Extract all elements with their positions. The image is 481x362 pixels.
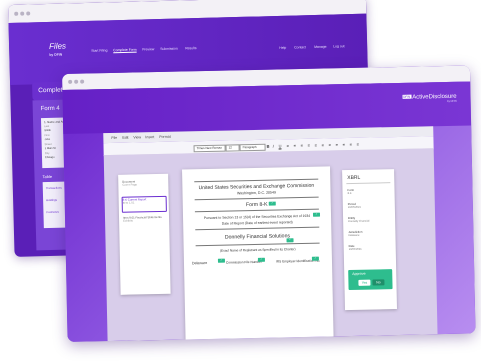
italic-icon[interactable]: I [272,143,273,148]
outline-item[interactable]: Item 9.01 Financial Statements Exhibits [123,215,165,224]
section-item[interactable]: Footnotes [46,210,59,214]
xbrl-tag[interactable]: ✓ [311,256,319,261]
underline-icon[interactable]: U [278,143,281,148]
xbrl-panel: XBRL Form 8-K Period 10/05/2021 Entity D… [342,169,397,311]
doc-company: Donnelly Financial Solutions [224,233,291,241]
list-icon[interactable]: ≡ [314,142,316,147]
xbrl-tag[interactable]: ✓ [312,212,321,217]
doc-state: Delaware [191,261,208,266]
field-value[interactable]: Donnelly Financial [348,220,369,223]
outline-panel: Document Cover Page 8-K Current Report I… [118,173,171,295]
align-left-icon[interactable]: ≡ [286,143,288,148]
window-dot-icon [74,79,79,84]
divider [194,208,319,212]
window-dot-icon [26,11,31,16]
menu-insert[interactable]: Insert [145,135,154,139]
logo-sub: by DFIN [447,99,457,103]
front-app-window: DFIN ActiveDisclosure by DFIN File Edit V… [62,65,476,342]
outline-item-sub: Cover Page [122,182,138,188]
form-row: Street [44,142,52,147]
table-icon[interactable]: ≡ [342,142,344,147]
xbrl-tag[interactable]: ✓ [268,201,276,206]
outline-item[interactable]: Document Cover Page [122,179,164,188]
nav-results[interactable]: Results [185,46,196,50]
menu-format[interactable]: Format [159,135,170,139]
nav-logout[interactable]: Log out [333,44,344,48]
indent-icon[interactable]: ≡ [328,142,330,147]
window-dot-icon [20,11,25,16]
xbrl-tag[interactable]: ✓ [286,238,294,243]
form-row[interactable]: John [44,138,50,141]
style-select[interactable]: Paragraph [239,143,266,151]
align-right-icon[interactable]: ≡ [300,142,302,147]
doc-commission: Commission File Number [225,259,262,265]
form-row: First [44,133,50,138]
outdent-icon[interactable]: ≡ [335,142,337,147]
divider [194,178,319,182]
link-icon[interactable]: ≡ [349,141,351,146]
no-button[interactable]: No [372,279,385,286]
align-center-icon[interactable]: ≡ [293,143,295,148]
approve-label: Approve [352,271,366,276]
field-value[interactable]: Delaware [348,234,359,237]
divider [346,182,391,184]
nav-start-filing[interactable]: Start Filing [91,48,107,52]
window-dot-icon [14,11,19,16]
form-row: City [44,151,50,156]
numbered-list-icon[interactable]: ≡ [321,142,323,147]
font-size-select[interactable]: 12 [225,143,240,152]
form-row[interactable]: Chicago [45,156,55,159]
yes-button[interactable]: Yes [358,279,371,286]
window-dot-icon [68,79,73,84]
form-row[interactable]: Smith [44,129,51,132]
nav-complete-form[interactable]: Complete Form [113,48,136,53]
image-icon[interactable]: ≡ [356,141,358,146]
window-dot-icon [80,79,85,84]
nav-help[interactable]: Help [279,46,286,50]
divider [195,242,320,246]
menu-edit[interactable]: Edit [122,136,128,140]
outline-item[interactable]: 8-K Current Report Item 1.01 [123,197,165,206]
nav-submission[interactable]: Submission [160,47,178,51]
font-select[interactable]: Times New Roman [193,144,226,152]
front-body: DFIN ActiveDisclosure by DFIN File Edit V… [62,81,476,342]
form-row[interactable]: 1 Main St [45,147,56,150]
brand-logo: Files [48,41,67,51]
brand-sub: by DFIN [49,52,63,57]
xbrl-tag[interactable]: ✓ [217,258,225,263]
divider [194,196,319,200]
field-value[interactable]: 10/05/2021 [349,248,362,251]
form-row: Last [44,124,50,129]
menu-file[interactable]: File [111,136,117,140]
xbrl-tag[interactable]: ✓ [257,257,265,262]
justify-icon[interactable]: ≡ [307,142,309,147]
doc-company-caption: (Exact Name of Registrant as Specified i… [219,247,296,253]
section-label: Table [42,173,53,180]
field-value[interactable]: 8-K [348,192,352,195]
menu-view[interactable]: View [133,135,141,139]
doc-line2: Date of Report (Date of earliest event r… [221,220,293,226]
xbrl-title: XBRL [347,174,361,182]
approve-box: Approve Yes No [348,269,393,291]
outline-item-sub: Exhibits [123,218,133,224]
divider [195,226,320,230]
field-value[interactable]: 10/05/2021 [348,206,361,209]
app-logo: DFIN ActiveDisclosure by DFIN [402,93,457,103]
nav-manage[interactable]: Manage [314,45,326,49]
document-page[interactable]: United States Securities and Exchange Co… [182,166,334,342]
nav-contact[interactable]: Contact [294,45,306,49]
form-label: Form 4 [40,105,60,113]
section-item[interactable]: Transactions [46,186,62,190]
section-item[interactable]: Holdings [46,198,57,202]
bold-icon[interactable]: B [266,143,269,148]
nav-preview[interactable]: Preview [142,47,154,51]
